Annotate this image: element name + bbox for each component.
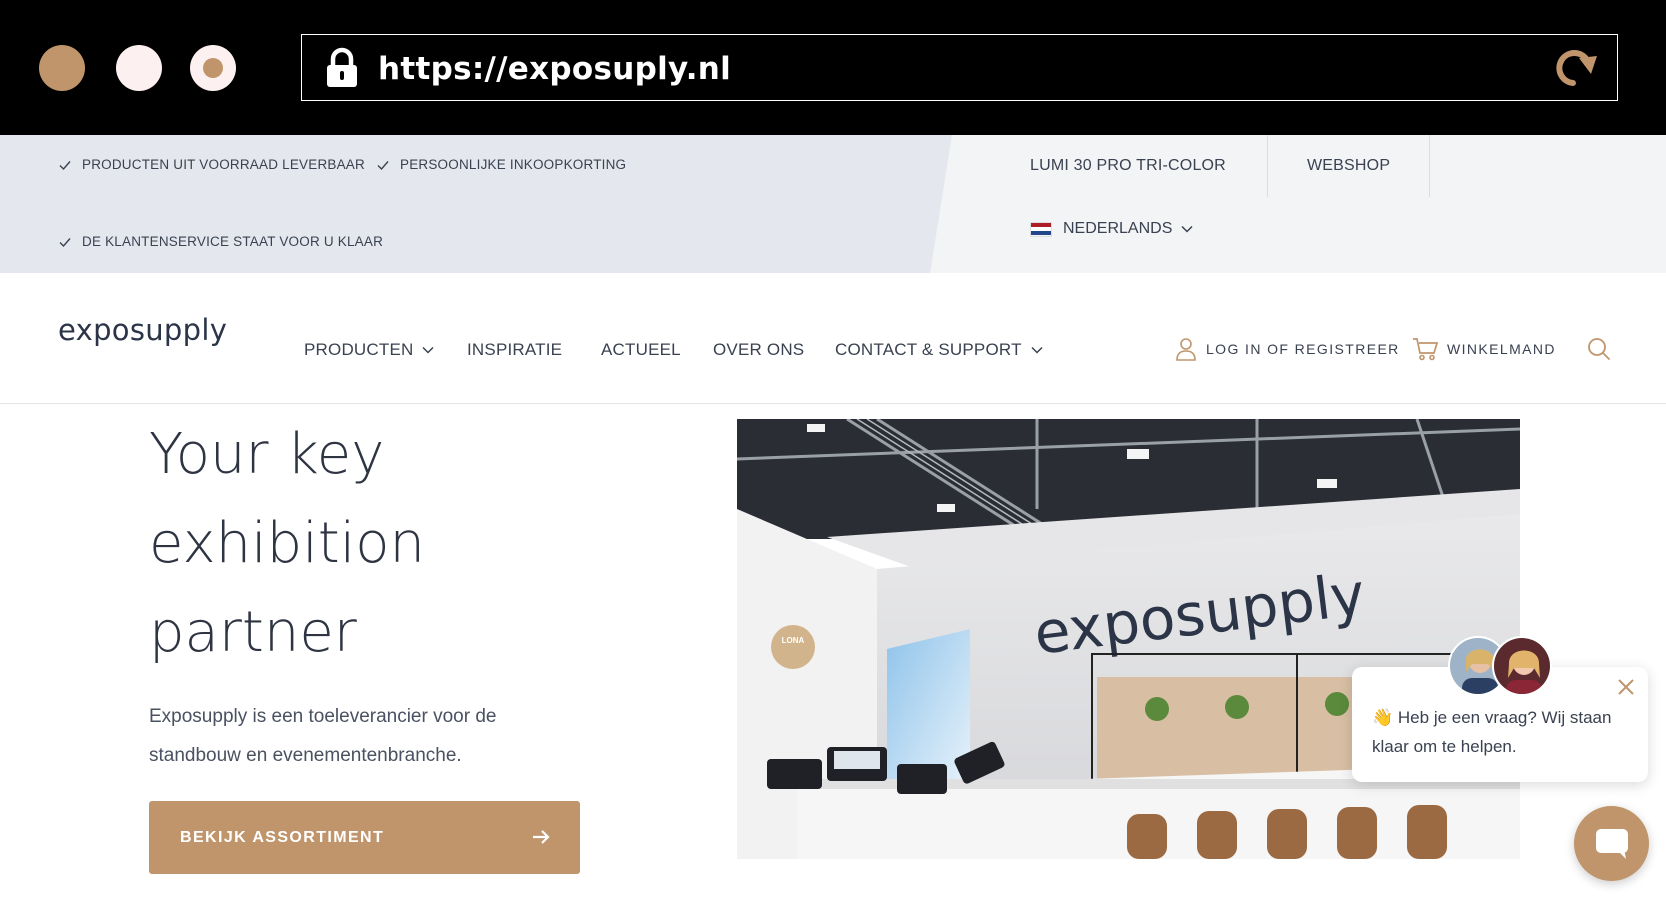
usp-label: PERSOONLIJKE INKOOPKORTING [400,157,627,172]
lock-icon [327,47,357,87]
login-link[interactable]: LOG IN OF REGISTREER [1175,337,1400,361]
user-icon [1176,338,1196,361]
nav-label: INSPIRATIE [467,340,563,359]
usp-item: PERSOONLIJKE INKOOPKORTING [376,157,626,172]
top-link-lumi[interactable]: LUMI 30 PRO TRI-COLOR [1030,157,1226,175]
waving-hand-icon: 👋 [1372,708,1394,727]
check-icon [59,160,71,170]
nav-item-actueel[interactable]: ACTUEEL [601,340,681,360]
window-minimize-dot[interactable] [116,45,162,91]
chat-icon [1596,829,1628,859]
login-label: LOG IN OF REGISTREER [1206,341,1400,357]
usp-item: PRODUCTEN UIT VOORRAAD LEVERBAAR [58,157,365,172]
nav-item-over-ons[interactable]: OVER ONS [713,340,804,360]
usp-panel [0,135,952,273]
chevron-down-icon [1031,346,1043,354]
check-icon [377,160,389,170]
hero-title-line: Your key [149,422,385,487]
top-link-webshop[interactable]: WEBSHOP [1307,157,1390,175]
divider [1429,135,1430,197]
cart-link[interactable]: WINKELMAND [1412,337,1556,361]
usp-item: DE KLANTENSERVICE STAAT VOOR U KLAAR [58,234,383,249]
reload-icon[interactable] [1551,46,1599,90]
main-header: exposupply PRODUCTEN INSPIRATIE ACTUEEL … [0,273,1666,404]
hero-title: Your key exhibition partner [149,410,629,677]
chat-launcher-button[interactable] [1574,806,1649,881]
cart-label: WINKELMAND [1447,341,1556,357]
divider [1267,135,1268,197]
usp-label: DE KLANTENSERVICE STAAT VOOR U KLAAR [82,234,384,249]
window-close-dot[interactable] [39,45,85,91]
nav-item-producten[interactable]: PRODUCTEN [304,340,435,360]
hero-title-line: partner [149,600,357,665]
search-icon[interactable] [1587,337,1611,361]
language-label: NEDERLANDS [1063,220,1173,237]
close-icon[interactable] [1616,677,1636,697]
bekijk-assortiment-button[interactable]: BEKIJK ASSORTIMENT [149,801,580,874]
cta-label: BEKIJK ASSORTIMENT [180,828,385,846]
url-text[interactable]: https://exposuply.nl [378,51,731,87]
chevron-down-icon [422,346,435,354]
chat-message-text: Heb je een vraag? Wij staan klaar om te … [1372,708,1612,756]
arrow-right-icon [533,830,550,844]
nav-label: PRODUCTEN [304,340,414,359]
window-maximize-dot[interactable] [190,45,236,91]
browser-chrome: https://exposuply.nl [0,0,1666,135]
usp-label: PRODUCTEN UIT VOORRAAD LEVERBAAR [82,157,365,172]
hero-description: Exposupply is een toeleverancier voor de… [149,706,497,766]
avatar [1492,636,1552,696]
site-logo[interactable]: exposupply [58,313,227,347]
nav-item-contact-support[interactable]: CONTACT & SUPPORT [835,340,1043,360]
badge-text: LONA [782,636,805,645]
dutch-flag-icon [1030,221,1052,237]
nav-item-inspiratie[interactable]: INSPIRATIE [467,340,562,360]
nav-label: OVER ONS [713,340,805,359]
nav-label: ACTUEEL [601,340,681,359]
hero-title-line: exhibition [149,511,426,576]
check-icon [59,237,71,247]
hero-image: LONA exposupply [737,419,1520,859]
language-selector[interactable]: NEDERLANDS [1030,220,1193,238]
chevron-down-icon [1181,225,1193,233]
nav-label: CONTACT & SUPPORT [835,340,1022,359]
cart-icon [1413,338,1438,361]
top-info-bar: PRODUCTEN UIT VOORRAAD LEVERBAAR PERSOON… [0,135,1666,273]
chat-message: 👋 Heb je een vraag? Wij staan klaar om t… [1372,703,1634,761]
address-bar[interactable]: https://exposuply.nl [301,34,1618,101]
